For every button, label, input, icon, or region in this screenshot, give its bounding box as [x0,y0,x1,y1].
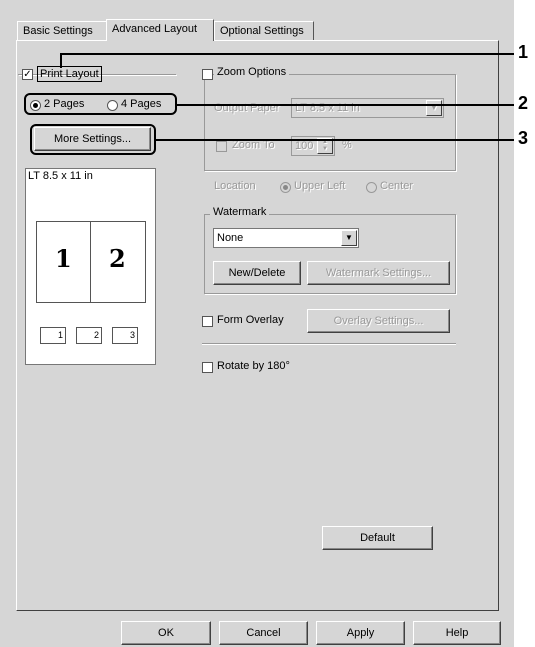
callout-1-label: 1 [518,42,529,62]
zoom-options-label[interactable]: Zoom Options [214,66,290,78]
preview-mini-1: 1 [40,327,66,344]
output-paper-select[interactable]: LT 8.5 x 11 in ▼ [291,98,444,118]
callout-3-label: 3 [518,128,529,148]
form-overlay-separator [202,343,456,344]
tab-basic-settings[interactable]: Basic Settings [17,21,107,41]
rotate-label[interactable]: Rotate by 180° [217,360,290,372]
center-label[interactable]: Center [380,180,413,192]
watermark-value: None [217,232,244,244]
watermark-label: Watermark [210,206,270,218]
tab-advanced-layout[interactable]: Advanced Layout [106,19,214,41]
preview-mini-2: 2 [76,327,102,344]
zoom-to-checkbox[interactable] [216,141,227,152]
callout-2-label: 2 [518,93,529,113]
upper-left-label[interactable]: Upper Left [294,180,345,192]
zoom-options-checkbox[interactable] [202,69,213,80]
callout-1-leader-vertical [60,54,62,68]
location-label: Location [214,180,256,192]
cancel-button[interactable]: Cancel [219,621,308,645]
preview-page-2: 2 [109,244,126,273]
center-radio[interactable] [366,182,377,193]
rotate-checkbox[interactable] [202,362,213,373]
preview-sheet: 1 2 [36,221,146,303]
watermark-settings-button[interactable]: Watermark Settings... [307,261,450,285]
printer-properties-dialog: Basic Settings Advanced Layout Optional … [0,0,514,647]
preview-divider [90,222,91,302]
print-layout-label[interactable]: Print Layout [37,66,102,82]
ok-button[interactable]: OK [121,621,211,645]
new-delete-button[interactable]: New/Delete [213,261,301,285]
layout-preview: LT 8.5 x 11 in 1 2 1 2 3 [25,168,156,365]
more-settings-highlight-box [30,124,156,155]
preview-mini-3: 3 [112,327,138,344]
zoom-to-value: 100 [295,140,314,152]
watermark-select[interactable]: None ▼ [213,228,359,248]
apply-button[interactable]: Apply [316,621,405,645]
chevron-down-icon[interactable]: ▼ [341,230,357,246]
tab-optional-settings[interactable]: Optional Settings [214,21,314,41]
chevron-down-icon[interactable]: ▼ [426,100,442,116]
form-overlay-label[interactable]: Form Overlay [217,314,284,326]
callout-2-line [177,104,514,106]
default-button[interactable]: Default [322,526,433,550]
help-button[interactable]: Help [413,621,501,645]
upper-left-radio[interactable] [280,182,291,193]
zoom-options-group [204,74,456,171]
print-layout-checkbox[interactable]: ✓ [22,69,33,80]
callout-1-line [60,53,514,55]
preview-page-1: 1 [55,244,72,273]
overlay-settings-button[interactable]: Overlay Settings... [307,309,450,333]
preview-paper-label: LT 8.5 x 11 in [28,170,93,182]
callout-3-line [156,139,514,141]
form-overlay-checkbox[interactable] [202,316,213,327]
pages-highlight-box [24,93,177,115]
